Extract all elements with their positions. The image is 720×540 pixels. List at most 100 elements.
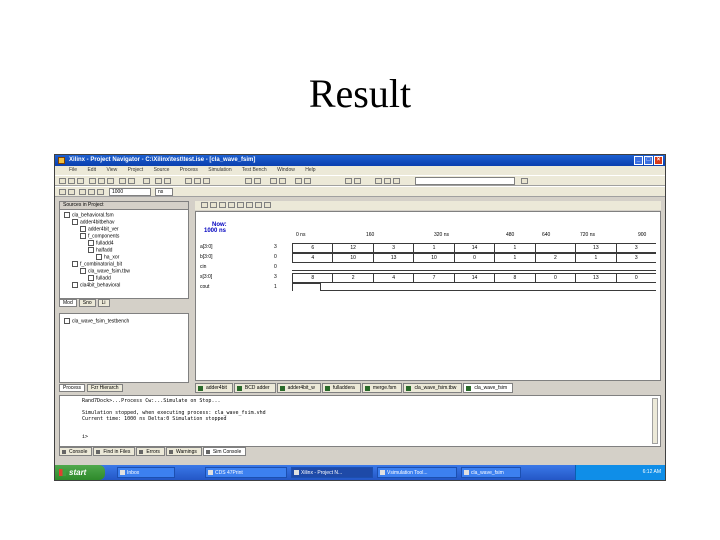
tab-process[interactable]: Process: [59, 384, 86, 392]
zoom-in-icon[interactable]: [155, 178, 162, 184]
open-file-icon[interactable]: [68, 178, 75, 184]
menu-file[interactable]: File: [69, 167, 77, 173]
tab-snapshot-view[interactable]: Sno: [78, 299, 96, 307]
menu-project[interactable]: Project: [128, 167, 144, 173]
wave-search-icon[interactable]: [246, 202, 253, 208]
menu-testbench[interactable]: Test Bench: [242, 167, 267, 173]
wave-zoom-out-icon[interactable]: [210, 202, 217, 208]
console-prompt[interactable]: i>: [82, 434, 650, 440]
taskbar-button[interactable]: cla_wave_fsim: [461, 467, 521, 478]
pin-icon[interactable]: [295, 178, 302, 184]
doc-tab[interactable]: adder4bit: [195, 383, 233, 393]
window-titlebar[interactable]: Xilinx - Project Navigator - C:\Xilinx\t…: [55, 155, 665, 166]
taskbar-button[interactable]: Inbox: [117, 467, 175, 478]
tree-item[interactable]: adder4bitbehav: [72, 219, 114, 225]
report-icon[interactable]: [304, 178, 311, 184]
menu-process[interactable]: Process: [180, 167, 198, 173]
find-icon[interactable]: [143, 178, 150, 184]
new-file-icon[interactable]: [59, 178, 66, 184]
menu-window[interactable]: Window: [277, 167, 295, 173]
tab-module-view[interactable]: Mod: [59, 299, 77, 307]
signal-name-s[interactable]: s[3:0]: [200, 274, 212, 280]
zoom-out-icon[interactable]: [164, 178, 171, 184]
taskbar-button-active[interactable]: Xilinx - Project N...: [291, 467, 373, 478]
start-button[interactable]: start: [55, 465, 105, 480]
tree-item[interactable]: fulladd4: [88, 240, 114, 246]
tab-library-view[interactable]: Li: [97, 299, 110, 307]
menu-simulation[interactable]: Simulation: [208, 167, 231, 173]
tile-icon[interactable]: [254, 178, 261, 184]
sim-time-input[interactable]: 1000: [109, 188, 151, 196]
nav-forward-icon[interactable]: [393, 178, 400, 184]
sim-run-icon[interactable]: [59, 189, 66, 195]
process-item[interactable]: cla_wave_fsim_testbench: [64, 318, 129, 324]
taskbar-button[interactable]: CDS 47Print: [205, 467, 287, 478]
wave-zoom-fit-icon[interactable]: [219, 202, 226, 208]
taskbar-button[interactable]: Vsimulation Tool...: [377, 467, 457, 478]
doc-tab-active[interactable]: cla_wave_fsim: [463, 383, 514, 393]
doc-tab[interactable]: merge.fsm: [361, 383, 403, 393]
doc-tab[interactable]: cla_wave_fsim.tbw: [403, 383, 463, 393]
menu-source[interactable]: Source: [154, 167, 170, 173]
wave-marker-icon[interactable]: [237, 202, 244, 208]
tab-find-in-files[interactable]: Find in Files: [93, 447, 136, 456]
tab-hierarchy[interactable]: Fzr Hierarch: [87, 384, 123, 392]
run-icon[interactable]: [185, 178, 192, 184]
copy-icon[interactable]: [98, 178, 105, 184]
sim-unit-select[interactable]: ns: [155, 188, 173, 196]
cascade-icon[interactable]: [245, 178, 252, 184]
tab-console[interactable]: Console: [59, 447, 93, 456]
tab-sim-console[interactable]: Sim Console: [202, 447, 247, 456]
console-output[interactable]: Rand7Dock>...Process Cw:...Simulate on S…: [59, 395, 661, 447]
redo-icon[interactable]: [128, 178, 135, 184]
signal-name-cin[interactable]: cin: [200, 264, 206, 270]
maximize-button[interactable]: □: [644, 156, 653, 165]
tree-item[interactable]: cla_behavioral.fsm: [64, 212, 114, 218]
window-tile-icon[interactable]: [354, 178, 361, 184]
doc-tab[interactable]: adder4bit_w: [276, 383, 321, 393]
save-icon[interactable]: [77, 178, 84, 184]
tree-item[interactable]: ha_xor: [96, 254, 119, 260]
sim-stop-icon[interactable]: [79, 189, 86, 195]
doc-tab[interactable]: fulladdera: [321, 383, 361, 393]
wave-cursor-icon[interactable]: [228, 202, 235, 208]
wave-prev-icon[interactable]: [255, 202, 262, 208]
tree-item[interactable]: f_combinatorial_bit: [72, 261, 122, 267]
sim-step-icon[interactable]: [88, 189, 95, 195]
nav-up-icon[interactable]: [375, 178, 382, 184]
wave-next-icon[interactable]: [264, 202, 271, 208]
tree-item[interactable]: f_components: [80, 233, 119, 239]
hierarchy-icon[interactable]: [270, 178, 277, 184]
tree-item[interactable]: fulladd: [88, 275, 111, 281]
search-combo[interactable]: [415, 177, 515, 185]
console-scrollbar[interactable]: [652, 398, 658, 444]
wave-zoom-in-icon[interactable]: [201, 202, 208, 208]
bit-wave-cin: [292, 263, 656, 271]
sim-icon[interactable]: [279, 178, 286, 184]
restart-icon[interactable]: [203, 178, 210, 184]
nav-back-icon[interactable]: [384, 178, 391, 184]
sim-run-all-icon[interactable]: [97, 189, 104, 195]
minimize-button[interactable]: _: [634, 156, 643, 165]
menu-edit[interactable]: Edit: [87, 167, 96, 173]
menu-help[interactable]: Help: [305, 167, 315, 173]
doc-tab[interactable]: BCD adder: [233, 383, 276, 393]
step-icon[interactable]: [194, 178, 201, 184]
menu-view[interactable]: View: [106, 167, 117, 173]
tree-item[interactable]: halfadd: [88, 247, 112, 253]
tab-warnings[interactable]: Warnings: [165, 447, 202, 456]
tree-item[interactable]: adder4bit_ver: [80, 226, 119, 232]
sim-pause-icon[interactable]: [68, 189, 75, 195]
go-icon[interactable]: [521, 178, 528, 184]
cut-icon[interactable]: [89, 178, 96, 184]
signal-name-cout[interactable]: cout: [200, 284, 209, 290]
signal-name-a[interactable]: a[3:0]: [200, 244, 213, 250]
paste-icon[interactable]: [107, 178, 114, 184]
tree-item[interactable]: cla4bit_behavioral: [72, 282, 120, 288]
signal-name-b[interactable]: b[3:0]: [200, 254, 213, 260]
tree-item[interactable]: cla_wave_fsim.tbw: [80, 268, 130, 274]
window-list-icon[interactable]: [345, 178, 352, 184]
close-button[interactable]: ×: [654, 156, 663, 165]
tab-errors[interactable]: Errors: [136, 447, 165, 456]
undo-icon[interactable]: [119, 178, 126, 184]
